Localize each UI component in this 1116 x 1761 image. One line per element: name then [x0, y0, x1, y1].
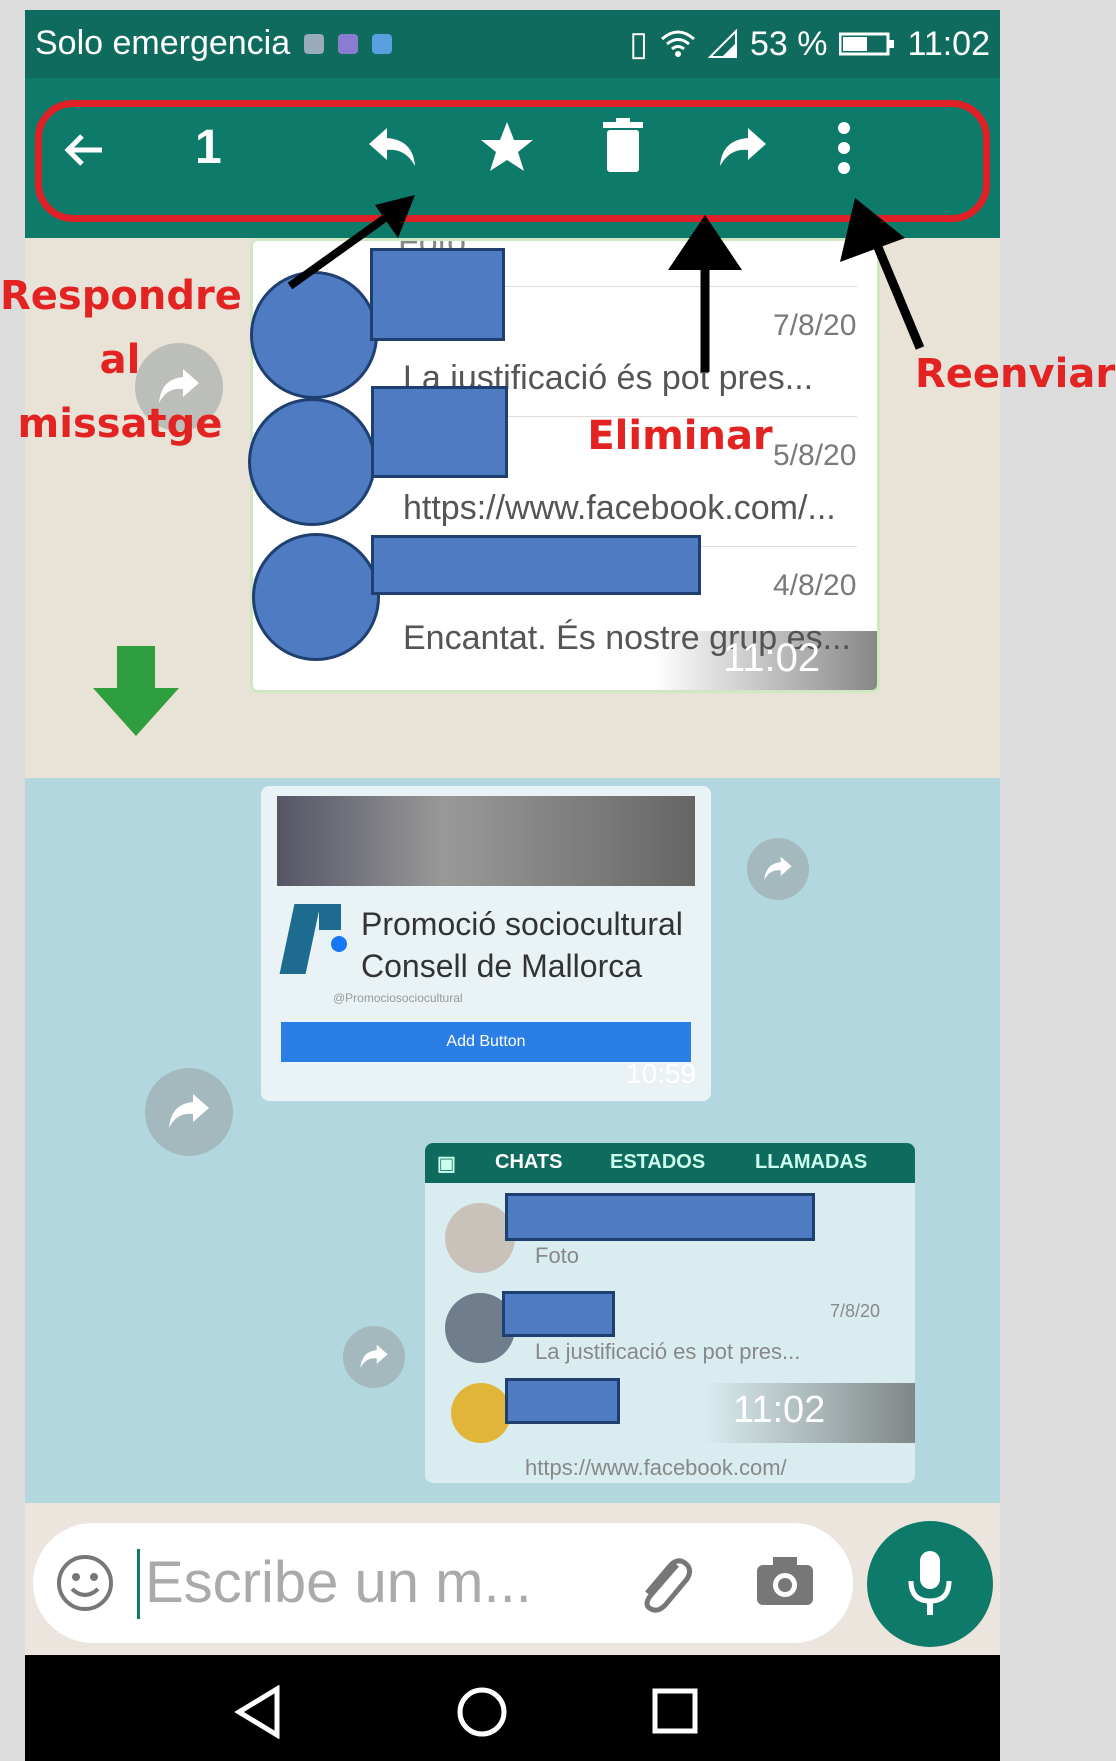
delete-arrow-head — [668, 215, 742, 270]
reply-arrow — [287, 214, 388, 290]
forward-arrow — [870, 238, 925, 350]
forward-arrow-head — [840, 198, 905, 262]
annotation-arrows — [287, 195, 925, 372]
stage: Solo emergencia ▯ 53 % 11:02 1 7/8/20 La… — [0, 0, 1116, 1761]
